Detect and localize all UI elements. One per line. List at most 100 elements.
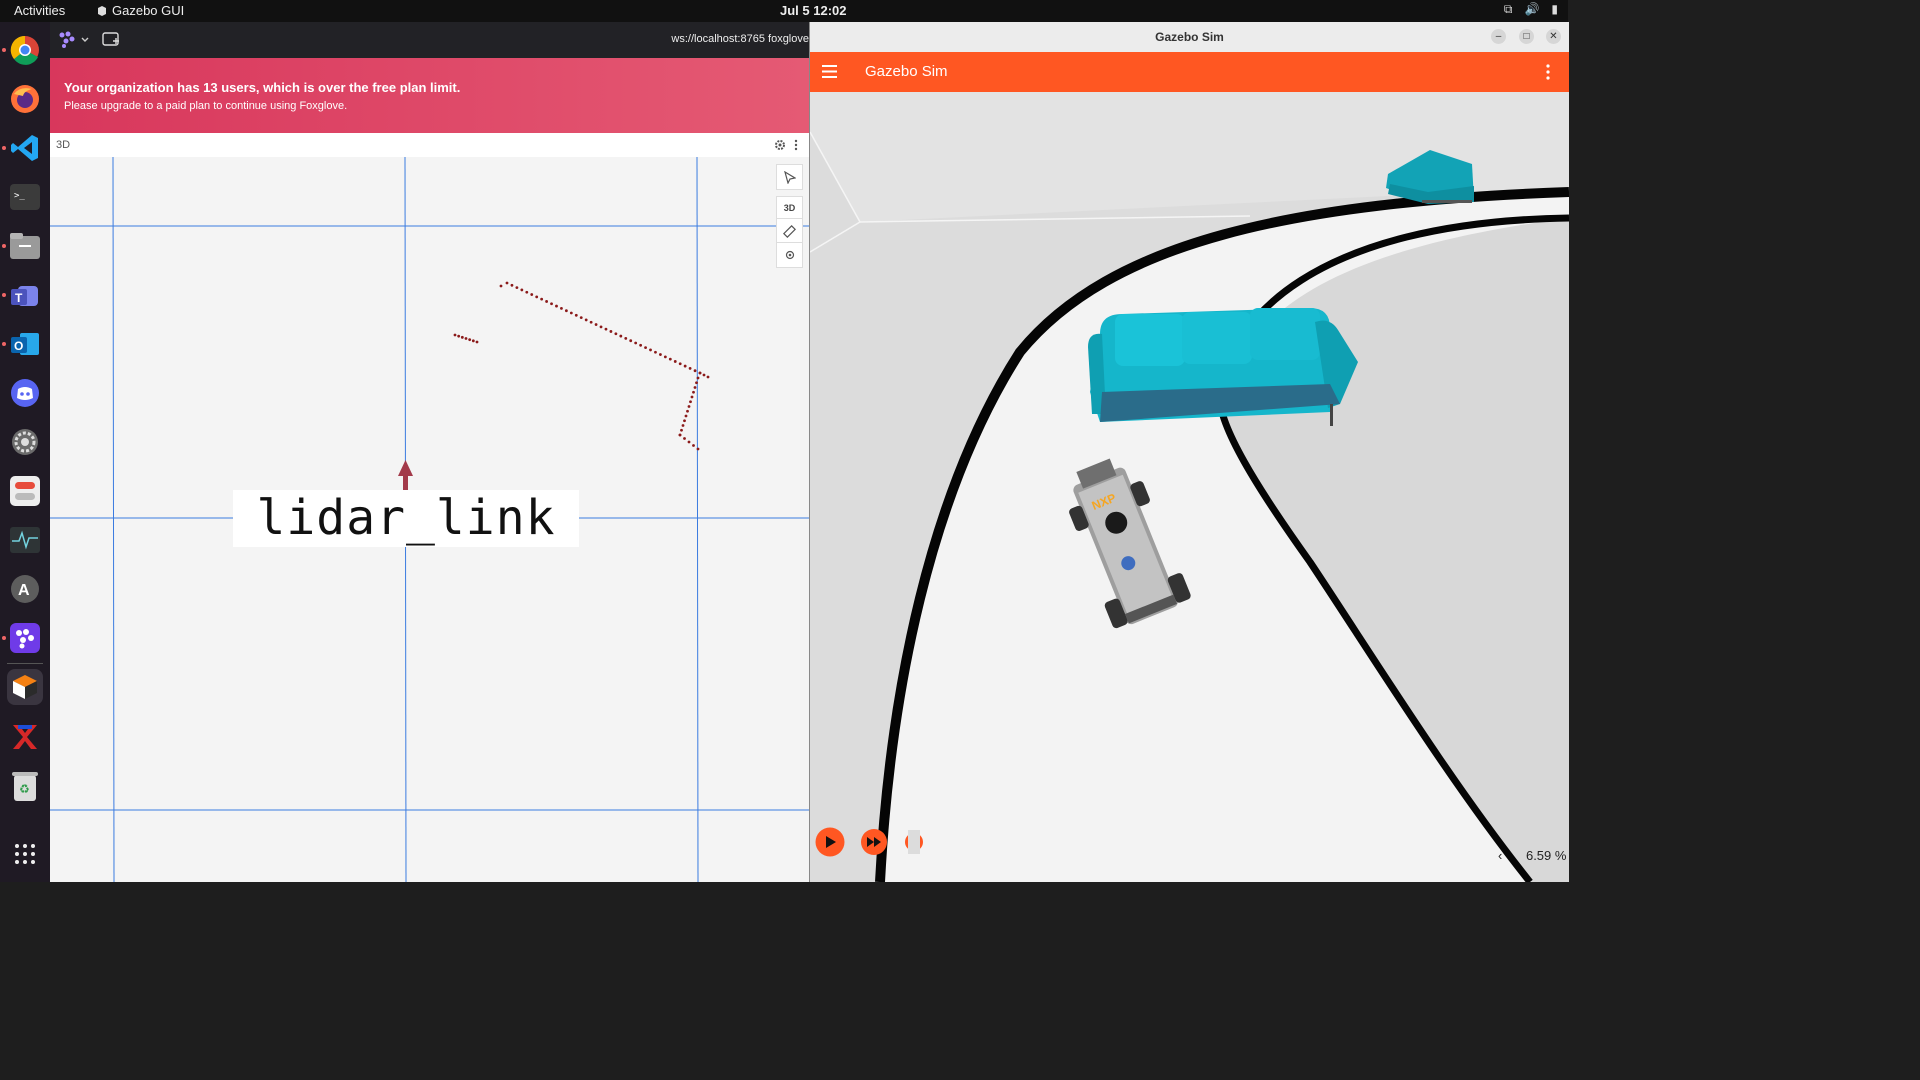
settings-icon[interactable] [7,424,43,460]
lidar-point [687,405,691,408]
firefox-icon[interactable] [7,81,43,117]
lidar-point [560,306,563,310]
lidar-point [594,323,598,326]
panel-title[interactable]: 3D [56,139,70,151]
publish-point-icon[interactable] [776,242,803,268]
lidar-point [698,371,702,375]
dock: >_ T O A ♻ [0,22,50,882]
dock-divider [7,663,43,664]
running-indicator [2,342,6,346]
sofa-large [1088,308,1358,426]
lidar-point [644,346,647,350]
xodr-icon[interactable] [7,719,43,755]
activities-button[interactable]: Activities [14,3,65,18]
lidar-point [569,311,573,315]
lidar-point [693,369,697,373]
lidar-point [695,381,698,385]
minimize-button[interactable]: – [1491,29,1506,44]
running-indicator [2,293,6,297]
lidar-point [681,424,685,427]
add-panel-icon[interactable] [102,32,120,53]
lidar-point [696,447,700,451]
lidar-point [564,309,568,313]
gazebo-app-bar: Gazebo Sim [810,52,1569,92]
chrome-icon[interactable] [7,32,43,68]
rtf-collapse-arrow[interactable]: ‹ [1498,848,1502,863]
system-tray[interactable]: ⧉ 🔊 ▮ [1504,2,1558,17]
teams-icon[interactable]: T [7,277,43,313]
focused-app-name: Gazebo GUI [112,3,185,18]
app-center-icon[interactable]: A [7,571,43,607]
clock[interactable]: Jul 5 12:02 [780,3,847,18]
lidar-point [499,284,503,288]
outlook-icon[interactable]: O [7,326,43,362]
lidar-point [659,353,662,356]
lidar-point [609,330,613,333]
lidar-point [654,350,657,354]
maximize-button[interactable]: □ [1519,29,1534,44]
svg-text:A: A [18,582,30,599]
svg-text:>_: >_ [14,191,25,201]
lidar-point [579,316,583,320]
show-apps-icon[interactable] [7,836,43,872]
close-button[interactable]: ✕ [1546,29,1561,44]
hamburger-menu-icon[interactable] [822,65,837,83]
foxglove-menu-button[interactable] [58,31,90,54]
select-tool-button[interactable] [776,164,803,190]
lidar-point [555,304,558,308]
panel-more-icon[interactable] [793,138,799,156]
gazebo-icon[interactable] [7,669,43,705]
real-time-factor: ‹ 6.59 % [1498,848,1566,863]
gazebo-window: Gazebo Sim – □ ✕ Gazebo Sim NXP ‹ 6.59 % [809,22,1569,882]
toggle-app-icon[interactable] [7,473,43,509]
running-indicator [2,244,6,248]
lidar-point [520,288,524,292]
foxglove-icon[interactable] [7,620,43,656]
lidar-point [639,343,643,347]
lidar-point [634,341,638,345]
lidar-point [599,325,603,329]
ruler-icon[interactable] [776,218,803,244]
panel-settings-icon[interactable] [774,138,786,156]
trash-icon[interactable]: ♻ [7,768,43,804]
battery-icon: ▮ [1551,2,1558,16]
banner-title: Your organization has 13 users, which is… [64,80,461,95]
lidar-point [687,440,691,444]
overflow-menu-icon[interactable] [1545,64,1551,85]
gazebo-app-icon [98,5,106,16]
lidar-point [457,334,461,338]
svg-text:O: O [14,339,23,353]
lidar-point [545,300,548,303]
lidar-point [619,334,623,338]
files-icon[interactable] [7,228,43,264]
connection-url[interactable]: ws://localhost:8765 foxglove [671,33,809,45]
lidar-point [690,395,694,399]
lidar-point [663,355,667,359]
view-mode-toggle[interactable]: 3D [776,196,803,220]
frame-label: lidar_link [233,490,579,547]
lidar-point [689,400,692,404]
discord-icon[interactable] [7,375,43,411]
panel-header: 3D [50,133,809,158]
plan-limit-banner: Your organization has 13 users, which is… [50,58,809,133]
lidar-point [678,362,682,366]
lidar-point [702,373,706,377]
terminal-icon[interactable]: >_ [7,179,43,215]
lidar-point [468,338,472,342]
lidar-point [692,444,695,447]
app-title: Gazebo Sim [865,63,948,80]
window-titlebar[interactable]: Gazebo Sim – □ ✕ [810,22,1569,53]
vscode-icon[interactable] [7,130,43,166]
system-monitor-icon[interactable] [7,522,43,558]
lidar-point [464,337,468,340]
window-title: Gazebo Sim [1155,30,1224,44]
lidar-point [475,340,479,344]
focused-app-menu[interactable]: Gazebo GUI [97,3,184,18]
lidar-point [525,290,529,294]
lidar-point [540,297,544,301]
lidar-point [574,313,578,317]
foxglove-window: ws://localhost:8765 foxglove Your organi… [50,22,809,882]
3d-scene[interactable]: NXP [810,92,1569,882]
lidar-point [505,281,509,285]
svg-text:♻: ♻ [19,782,30,796]
